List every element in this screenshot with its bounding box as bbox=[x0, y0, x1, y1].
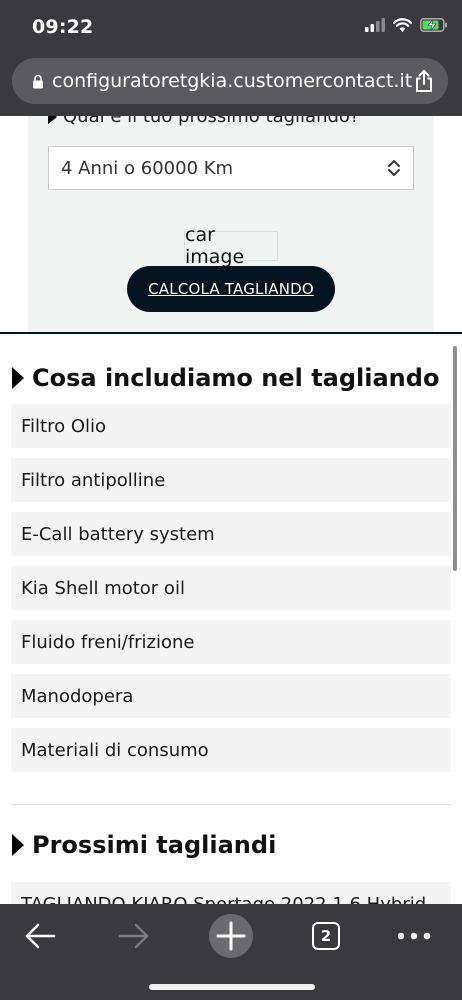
lock-icon bbox=[33, 74, 43, 88]
list-item: Filtro Olio bbox=[11, 404, 451, 448]
list-item: Kia Shell motor oil bbox=[11, 566, 451, 610]
home-indicator bbox=[149, 984, 315, 990]
url-text: configuratoretgkia.customercontact.it bbox=[52, 70, 413, 92]
battery-charging-icon bbox=[420, 18, 447, 32]
back-button[interactable] bbox=[12, 914, 68, 958]
share-icon[interactable] bbox=[414, 69, 434, 93]
next-title-text: Prossimi tagliandi bbox=[32, 831, 277, 859]
status-bar: 09:22 bbox=[0, 0, 462, 54]
forward-button[interactable] bbox=[106, 914, 162, 958]
arrow-left-icon bbox=[25, 923, 56, 949]
select-arrows-icon bbox=[388, 160, 400, 176]
results-panel: Cosa includiamo nel tagliando Filtro Oli… bbox=[0, 332, 462, 904]
caret-right-icon bbox=[12, 834, 24, 856]
list-item: Materiali di consumo bbox=[11, 728, 451, 772]
select-value: 4 Anni o 60000 Km bbox=[61, 157, 234, 179]
list-item: Fluido freni/frizione bbox=[11, 620, 451, 664]
service-interval-select[interactable]: 4 Anni o 60000 Km bbox=[48, 146, 414, 190]
tabs-button[interactable]: 2 bbox=[298, 914, 354, 958]
arrow-right-icon bbox=[118, 923, 149, 949]
web-page: Qual è il tuo prossimo tagliando? 4 Anni… bbox=[0, 116, 462, 904]
address-bar[interactable]: configuratoretgkia.customercontact.it bbox=[12, 58, 448, 104]
list-item: E-Call battery system bbox=[11, 512, 451, 556]
new-tab-button[interactable] bbox=[203, 914, 259, 958]
status-time: 09:22 bbox=[32, 16, 94, 38]
question-label: Qual è il tuo prossimo tagliando? bbox=[63, 116, 360, 127]
scrollbar[interactable] bbox=[453, 346, 457, 571]
caret-right-icon bbox=[48, 116, 57, 124]
next-service-item[interactable]: TAGLIANDO KIARO Sportage 2022 1.6 Hybrid… bbox=[11, 882, 451, 904]
browser-toolbar: 2 bbox=[0, 904, 462, 1000]
included-title-text: Cosa includiamo nel tagliando bbox=[32, 364, 440, 392]
section-divider bbox=[11, 804, 451, 805]
wifi-icon bbox=[393, 18, 412, 32]
list-item: Filtro antipolline bbox=[11, 458, 451, 502]
next-services-title: Prossimi tagliandi bbox=[12, 831, 276, 859]
list-item: Manodopera bbox=[11, 674, 451, 718]
included-section-title: Cosa includiamo nel tagliando bbox=[12, 364, 439, 392]
more-dots-icon bbox=[397, 932, 431, 940]
more-menu-button[interactable] bbox=[386, 914, 442, 958]
car-image-placeholder: car image bbox=[184, 224, 278, 268]
signal-icon bbox=[365, 18, 385, 32]
tab-count: 2 bbox=[320, 927, 332, 945]
included-items-list: Filtro Olio Filtro antipolline E-Call ba… bbox=[11, 404, 451, 782]
calcola-tagliando-button[interactable]: CALCOLA TAGLIANDO bbox=[127, 266, 335, 312]
next-service-question: Qual è il tuo prossimo tagliando? bbox=[48, 116, 359, 127]
status-icons bbox=[365, 18, 448, 32]
caret-right-icon bbox=[12, 367, 24, 389]
plus-circle-icon bbox=[209, 914, 253, 958]
tabs-count-icon: 2 bbox=[312, 922, 340, 950]
